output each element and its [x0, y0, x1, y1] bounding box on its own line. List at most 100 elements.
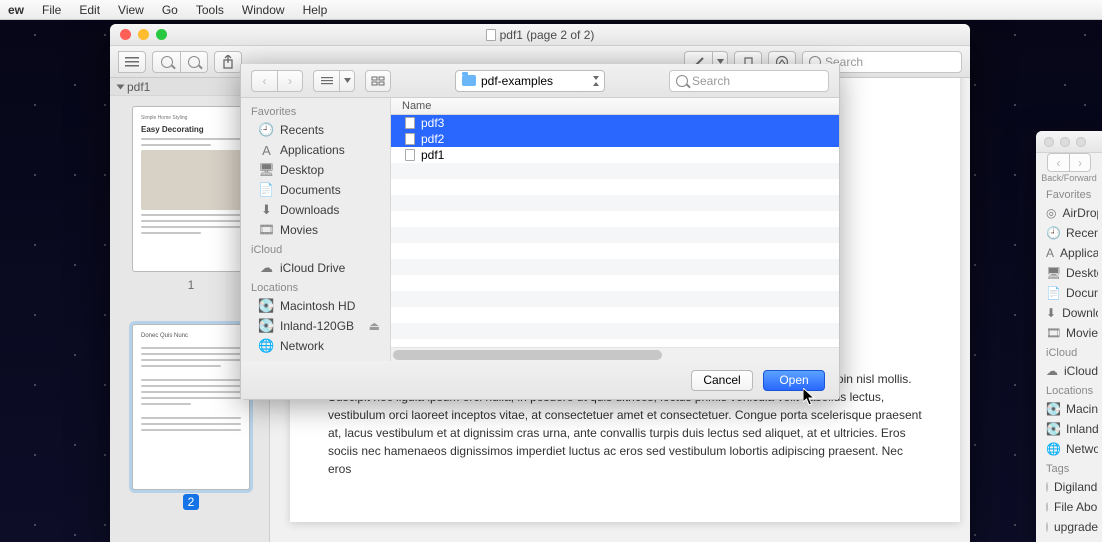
finder-item-tag[interactable]: Digiland [1040, 477, 1098, 497]
open-panel-search[interactable]: Search [669, 70, 829, 92]
movies-icon: 🎞 [259, 224, 274, 237]
finder-item-tag[interactable]: File Abo [1040, 497, 1098, 517]
desktop-icon: 🖥 [1046, 266, 1060, 280]
sidebar-heading-icloud: iCloud [241, 240, 390, 258]
finder-titlebar[interactable] [1036, 131, 1102, 153]
file-row[interactable]: pdf3 [391, 115, 839, 131]
disk-icon: 💽 [1046, 402, 1060, 416]
file-row[interactable]: pdf2 [391, 131, 839, 147]
tag-dot-icon [1046, 482, 1048, 492]
cloud-icon: ☁ [259, 262, 274, 275]
horizontal-scrollbar[interactable] [391, 347, 839, 361]
finder-backforward-label: Back/Forward [1041, 173, 1097, 183]
sidebar-heading-favorites: Favorites [241, 102, 390, 120]
sidebar-item-documents[interactable]: 📄Documents [241, 180, 390, 200]
share-icon[interactable] [214, 51, 242, 73]
finder-sidebar: Favorites ◎AirDrop 🕘Recents AApplicat 🖥D… [1036, 183, 1102, 539]
window-title: pdf1 (page 2 of 2) [500, 28, 595, 42]
sidebar-item-macintosh-hd[interactable]: 💽Macintosh HD [241, 296, 390, 316]
file-row[interactable]: pdf1 [391, 147, 839, 163]
inactive-zoom-button[interactable] [1076, 137, 1086, 147]
disk-icon: 💽 [259, 320, 274, 333]
tag-dot-icon [1046, 522, 1048, 532]
finder-item-tag[interactable]: upgrade [1040, 517, 1098, 537]
page-thumbnail-2[interactable]: Donec Quis Nunc 2 [132, 324, 250, 510]
disclosure-triangle-icon [117, 84, 125, 89]
finder-item-movies[interactable]: 🎞Movies [1040, 323, 1098, 343]
menu-edit[interactable]: Edit [79, 3, 100, 17]
view-mode-menu-button[interactable] [339, 70, 355, 92]
file-list-scroll[interactable]: pdf3 pdf2 pdf1 [391, 115, 839, 347]
column-header-name[interactable]: Name [391, 98, 839, 115]
finder-item-icloud-drive[interactable]: ☁iCloud D [1040, 361, 1098, 381]
sidebar-heading-tags: Tags [241, 356, 390, 361]
sidebar-item-icloud-drive[interactable]: ☁iCloud Drive [241, 258, 390, 278]
finder-item-desktop[interactable]: 🖥Desktop [1040, 263, 1098, 283]
finder-item-inland[interactable]: 💽Inland-1 [1040, 419, 1098, 439]
forward-button[interactable]: › [277, 70, 303, 92]
document-proxy-icon[interactable] [486, 29, 496, 41]
sidebar-toolbar-button[interactable] [118, 51, 146, 73]
menubar: ew File Edit View Go Tools Window Help [0, 0, 1102, 20]
scrollbar-thumb[interactable] [393, 350, 662, 360]
tag-dot-icon [1046, 502, 1048, 512]
zoom-out-icon[interactable] [152, 51, 180, 73]
menu-tools[interactable]: Tools [196, 3, 224, 17]
cloud-icon: ☁ [1046, 364, 1058, 378]
sidebar-item-movies[interactable]: 🎞Movies [241, 220, 390, 240]
documents-icon: 📄 [1046, 286, 1060, 300]
open-panel-toolbar: ‹ › pdf-examples Search [241, 64, 839, 98]
menu-help[interactable]: Help [303, 3, 328, 17]
finder-heading-icloud: iCloud [1040, 343, 1098, 361]
disk-icon: 💽 [259, 300, 274, 313]
finder-item-recents[interactable]: 🕘Recents [1040, 223, 1098, 243]
back-button[interactable]: ‹ [251, 70, 277, 92]
file-icon [405, 133, 415, 145]
file-icon [405, 117, 415, 129]
finder-heading-locations: Locations [1040, 381, 1098, 399]
preview-titlebar[interactable]: pdf1 (page 2 of 2) [110, 24, 970, 46]
open-panel-file-list: Name pdf3 pdf2 pdf1 [391, 98, 839, 361]
sidebar-item-downloads[interactable]: ⬇Downloads [241, 200, 390, 220]
cancel-button[interactable]: Cancel [691, 370, 753, 391]
downloads-icon: ⬇ [1046, 306, 1056, 320]
finder-item-airdrop[interactable]: ◎AirDrop [1040, 203, 1098, 223]
thumbnail-page-number: 1 [132, 278, 250, 292]
open-panel-footer: Cancel Open [241, 361, 839, 399]
sidebar-item-network[interactable]: 🌐Network [241, 336, 390, 356]
folder-popup[interactable]: pdf-examples [455, 70, 605, 92]
finder-item-applications[interactable]: AApplicat [1040, 243, 1098, 263]
grouping-button[interactable] [365, 70, 391, 92]
sidebar-item-inland[interactable]: 💽Inland-120GB⏏ [241, 316, 390, 336]
thumbnail-page-number: 2 [183, 494, 200, 510]
disk-icon: 💽 [1046, 422, 1060, 436]
sidebar-item-desktop[interactable]: 🖥Desktop [241, 160, 390, 180]
page-thumbnail-1[interactable]: Simple Home Styling Easy Decorating 1 [132, 106, 250, 292]
menubar-app-name[interactable]: ew [8, 3, 24, 17]
eject-icon[interactable]: ⏏ [369, 319, 380, 333]
menu-file[interactable]: File [42, 3, 61, 17]
inactive-close-button[interactable] [1044, 137, 1054, 147]
view-mode-button[interactable] [313, 70, 339, 92]
inactive-minimize-button[interactable] [1060, 137, 1070, 147]
menu-window[interactable]: Window [242, 3, 285, 17]
finder-item-downloads[interactable]: ⬇Downlo [1040, 303, 1098, 323]
sidebar-item-applications[interactable]: AApplications [241, 140, 390, 160]
documents-icon: 📄 [259, 184, 274, 197]
sidebar-item-recents[interactable]: 🕘Recents [241, 120, 390, 140]
finder-item-documents[interactable]: 📄Docume [1040, 283, 1098, 303]
finder-item-network[interactable]: 🌐Network [1040, 439, 1098, 459]
menu-view[interactable]: View [118, 3, 144, 17]
desktop-icon: 🖥 [259, 164, 274, 177]
finder-forward-button[interactable]: › [1069, 153, 1091, 172]
sidebar-heading-locations: Locations [241, 278, 390, 296]
mouse-cursor [803, 388, 816, 406]
search-placeholder: Search [692, 74, 730, 88]
zoom-in-icon[interactable] [180, 51, 208, 73]
finder-item-macintosh-hd[interactable]: 💽Macinto [1040, 399, 1098, 419]
airdrop-icon: ◎ [1046, 206, 1056, 220]
open-panel-sheet: ‹ › pdf-examples Search Favorites 🕘Recen… [240, 64, 840, 400]
finder-heading-tags: Tags [1040, 459, 1098, 477]
finder-back-button[interactable]: ‹ [1047, 153, 1069, 172]
menu-go[interactable]: Go [162, 3, 178, 17]
